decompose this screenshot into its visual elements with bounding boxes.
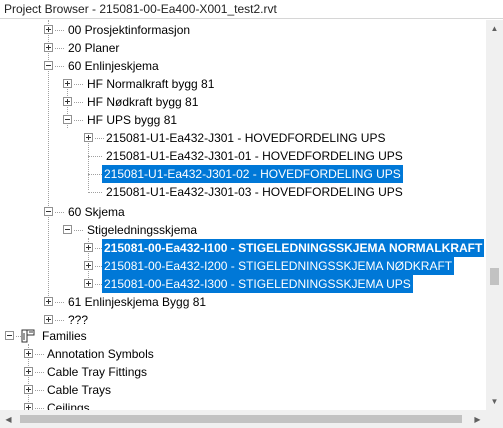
tree-connector: [35, 372, 44, 373]
expand-toggle-icon[interactable]: [24, 403, 33, 410]
tree-connector: [74, 102, 83, 103]
tree-node-label[interactable]: Ceilings: [45, 399, 92, 410]
tree-node[interactable]: 215081-00-Ea432-I300 - STIGELEDNINGSSKJE…: [0, 275, 486, 293]
expand-toggle-icon[interactable]: [24, 367, 33, 376]
scroll-up-icon[interactable]: ▲: [486, 20, 503, 37]
tree-node-label[interactable]: 215081-U1-Ea432-J301-02 - HOVEDFORDELING…: [102, 165, 403, 183]
collapse-toggle-icon[interactable]: [63, 225, 72, 234]
tree-connector: [35, 408, 44, 409]
tree-connector: [88, 192, 102, 193]
expand-toggle-icon[interactable]: [84, 133, 93, 142]
tree-connector: [95, 138, 104, 139]
tree-node-label[interactable]: HF Normalkraft bygg 81: [85, 75, 216, 93]
tree-connector: [74, 84, 83, 85]
tree-connector: [55, 66, 64, 67]
collapse-toggle-icon[interactable]: [5, 331, 14, 340]
scroll-right-icon[interactable]: ▶: [469, 410, 486, 428]
scrollbar-corner: [486, 410, 503, 428]
tree-node[interactable]: 00 Prosjektinformasjon: [0, 21, 486, 39]
tree-node-label[interactable]: 60 Skjema: [66, 203, 127, 221]
expand-toggle-icon[interactable]: [63, 79, 72, 88]
tree-node[interactable]: HF UPS bygg 81: [0, 111, 486, 129]
tree-connector: [55, 48, 64, 49]
window-title: Project Browser - 215081-00-Ea400-X001_t…: [0, 0, 503, 19]
tree-node-label[interactable]: Families: [40, 327, 89, 345]
expand-toggle-icon[interactable]: [63, 97, 72, 106]
tree-node[interactable]: Cable Trays: [0, 381, 486, 399]
tree-node[interactable]: 60 Skjema: [0, 203, 486, 221]
tree-node[interactable]: 215081-U1-Ea432-J301 - HOVEDFORDELING UP…: [0, 129, 486, 147]
tree-connector: [88, 156, 102, 157]
tree-node-label[interactable]: HF UPS bygg 81: [85, 111, 179, 129]
tree-connector: [95, 266, 102, 267]
project-browser-tree[interactable]: 00 Prosjektinformasjon 20 Planer 60 Enli…: [0, 20, 486, 410]
tree-node[interactable]: HF Nødkraft bygg 81: [0, 93, 486, 111]
tree-node-label[interactable]: 215081-00-Ea432-I200 - STIGELEDNINGSSKJE…: [102, 257, 455, 275]
tree-node[interactable]: Annotation Symbols: [0, 345, 486, 363]
tree-node[interactable]: 215081-U1-Ea432-J301-03 - HOVEDFORDELING…: [0, 183, 486, 201]
horizontal-scrollbar[interactable]: ◀ ▶: [0, 410, 486, 428]
families-icon: [21, 329, 35, 343]
tree-connector: [74, 120, 83, 121]
expand-toggle-icon[interactable]: [84, 279, 93, 288]
tree-node[interactable]: Cable Tray Fittings: [0, 363, 486, 381]
tree-node[interactable]: 215081-U1-Ea432-J301-02 - HOVEDFORDELING…: [0, 165, 486, 183]
tree-node-label[interactable]: Cable Tray Fittings: [45, 363, 149, 381]
tree-connector: [35, 354, 44, 355]
tree-node[interactable]: 60 Enlinjeskjema: [0, 57, 486, 75]
tree-connector: [55, 320, 64, 321]
tree-node[interactable]: 61 Enlinjeskjema Bygg 81: [0, 293, 486, 311]
tree-node[interactable]: 215081-U1-Ea432-J301-01 - HOVEDFORDELING…: [0, 147, 486, 165]
tree-connector: [95, 284, 102, 285]
tree-node-label[interactable]: 215081-00-Ea432-I100 - STIGELEDNINGSSKJE…: [102, 239, 485, 257]
collapse-toggle-icon[interactable]: [44, 61, 53, 70]
collapse-toggle-icon[interactable]: [63, 115, 72, 124]
tree-connector: [55, 30, 64, 31]
expand-toggle-icon[interactable]: [44, 43, 53, 52]
tree-node-label[interactable]: 60 Enlinjeskjema: [66, 57, 161, 75]
tree-connector: [95, 248, 102, 249]
tree-node-label[interactable]: 00 Prosjektinformasjon: [66, 21, 192, 39]
tree-node-label[interactable]: 215081-U1-Ea432-J301-03 - HOVEDFORDELING…: [104, 183, 405, 201]
tree-node[interactable]: HF Normalkraft bygg 81: [0, 75, 486, 93]
horizontal-scroll-thumb[interactable]: [20, 415, 462, 423]
tree-connector: [55, 212, 64, 213]
expand-toggle-icon[interactable]: [44, 315, 53, 324]
tree-node-label[interactable]: 20 Planer: [66, 39, 121, 57]
tree-node-label[interactable]: Annotation Symbols: [45, 345, 156, 363]
tree-connector: [55, 302, 64, 303]
tree-node-label[interactable]: HF Nødkraft bygg 81: [85, 93, 200, 111]
scroll-left-icon[interactable]: ◀: [0, 410, 17, 428]
tree-node-label[interactable]: Cable Trays: [45, 381, 113, 399]
tree-node[interactable]: 215081-00-Ea432-I100 - STIGELEDNINGSSKJE…: [0, 239, 486, 257]
tree-connector: [35, 390, 44, 391]
expand-toggle-icon[interactable]: [44, 25, 53, 34]
tree-node-label[interactable]: 215081-U1-Ea432-J301 - HOVEDFORDELING UP…: [104, 129, 387, 147]
tree-node[interactable]: Families: [0, 327, 486, 345]
expand-toggle-icon[interactable]: [84, 261, 93, 270]
tree-node-label[interactable]: 215081-U1-Ea432-J301-01 - HOVEDFORDELING…: [104, 147, 405, 165]
expand-toggle-icon[interactable]: [24, 349, 33, 358]
tree-node[interactable]: Ceilings: [0, 399, 486, 410]
expand-toggle-icon[interactable]: [44, 297, 53, 306]
vertical-scrollbar[interactable]: ▲ ▼: [486, 20, 503, 410]
collapse-toggle-icon[interactable]: [44, 207, 53, 216]
tree-node-label[interactable]: 215081-00-Ea432-I300 - STIGELEDNINGSSKJE…: [102, 275, 413, 293]
scroll-down-icon[interactable]: ▼: [486, 393, 503, 410]
tree-node[interactable]: 20 Planer: [0, 39, 486, 57]
tree-node[interactable]: 215081-00-Ea432-I200 - STIGELEDNINGSSKJE…: [0, 257, 486, 275]
expand-toggle-icon[interactable]: [84, 243, 93, 252]
tree-node-label[interactable]: Stigeledningsskjema: [85, 221, 199, 239]
tree-connector: [74, 230, 83, 231]
tree-node[interactable]: Stigeledningsskjema: [0, 221, 486, 239]
tree-connector: [88, 174, 102, 175]
tree-node-label[interactable]: 61 Enlinjeskjema Bygg 81: [66, 293, 208, 311]
expand-toggle-icon[interactable]: [24, 385, 33, 394]
vertical-scroll-thumb[interactable]: [490, 268, 499, 285]
